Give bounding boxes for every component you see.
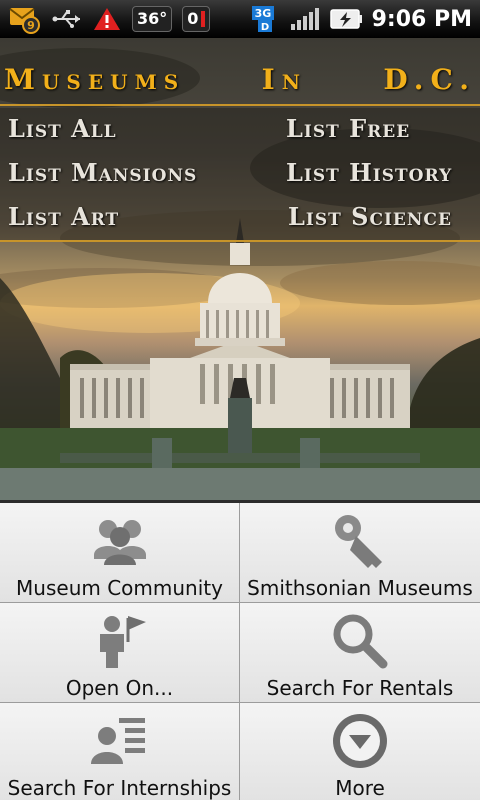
key-icon [328,511,392,571]
clock: 9:06 PM [371,6,472,32]
list-mansions-link[interactable]: List Mansions [8,158,197,187]
list-science-link[interactable]: List Science [288,202,452,231]
battery-charging-icon [329,8,364,30]
temperature-badge: 36° [132,6,173,32]
feature-grid: Museum Community Smithsonian Museums Ope… [0,500,480,800]
open-on-button[interactable]: Open On... [0,603,240,703]
title-word-dc: D.C. [383,62,476,96]
status-bar: 9 36° 0 3G D 9:06 PM [0,0,480,38]
chevron-down-circle-icon [328,711,392,771]
search-for-internships-button[interactable]: Search For Internships [0,703,240,800]
search-for-internships-label: Search For Internships [7,776,232,800]
network-label: 3G [254,7,271,20]
app-title: Museums In D.C. [0,52,480,106]
people-icon [88,511,152,571]
list-art-link[interactable]: List Art [8,202,119,231]
list-all-link[interactable]: List All [8,114,117,143]
smithsonian-museums-label: Smithsonian Museums [247,576,473,600]
network-3g-icon: 3G D [251,4,282,34]
title-divider-top [0,104,480,106]
counter-badge: 0 [182,6,211,32]
title-word-in: In [261,62,307,96]
magnifier-icon [328,611,392,671]
list-history-link[interactable]: List History [286,158,452,187]
person-flag-icon [88,611,152,671]
search-for-rentals-button[interactable]: Search For Rentals [240,603,480,703]
smithsonian-museums-button[interactable]: Smithsonian Museums [240,503,480,603]
person-list-icon [88,711,152,771]
more-label: More [335,776,385,800]
warning-icon [92,6,122,32]
counter-value: 0 [187,9,199,28]
open-on-label: Open On... [65,676,174,700]
museum-community-button[interactable]: Museum Community [0,503,240,603]
hero-banner: Museums In D.C. List All List Free List … [0,38,480,500]
title-word-museums: Museums [4,62,186,96]
list-free-link[interactable]: List Free [286,114,410,143]
svg-text:D: D [260,22,268,33]
category-link-panel: List All List Free List Mansions List Hi… [0,108,480,240]
more-button[interactable]: More [240,703,480,800]
notification-count: 9 [27,19,35,32]
search-for-rentals-label: Search For Rentals [266,676,454,700]
title-divider-bottom [0,240,480,242]
signal-strength-icon [290,6,322,32]
museum-community-label: Museum Community [16,576,223,600]
usb-icon [52,8,82,30]
email-notification-icon: 9 [8,4,42,34]
